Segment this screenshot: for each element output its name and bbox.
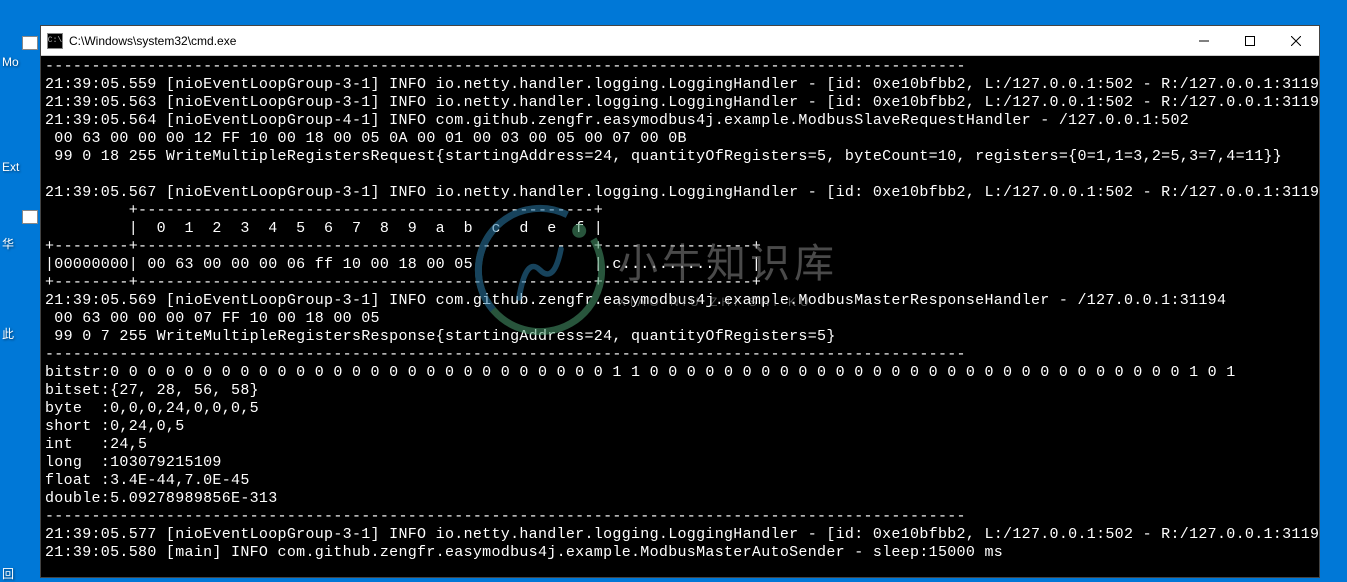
title-bar[interactable]: C:\ C:\Windows\system32\cmd.exe (41, 26, 1319, 56)
maximize-button[interactable] (1227, 26, 1273, 56)
cmd-icon: C:\ (47, 33, 63, 49)
desktop-label: 回 (2, 565, 14, 582)
desktop-label: Ext (2, 160, 19, 174)
terminal-output[interactable]: ----------------------------------------… (41, 56, 1319, 577)
desktop-label: 此 (2, 325, 14, 342)
minimize-icon (1199, 36, 1209, 46)
desktop-icon[interactable] (22, 210, 38, 224)
close-button[interactable] (1273, 26, 1319, 56)
window-controls (1181, 26, 1319, 56)
close-icon (1291, 36, 1301, 46)
maximize-icon (1245, 36, 1255, 46)
desktop-label: Mo (2, 55, 19, 69)
minimize-button[interactable] (1181, 26, 1227, 56)
desktop-label: 华 (2, 235, 14, 252)
window-title: C:\Windows\system32\cmd.exe (69, 34, 1181, 48)
cmd-window: C:\ C:\Windows\system32\cmd.exe --------… (40, 25, 1320, 578)
desktop-icon[interactable] (22, 36, 38, 50)
